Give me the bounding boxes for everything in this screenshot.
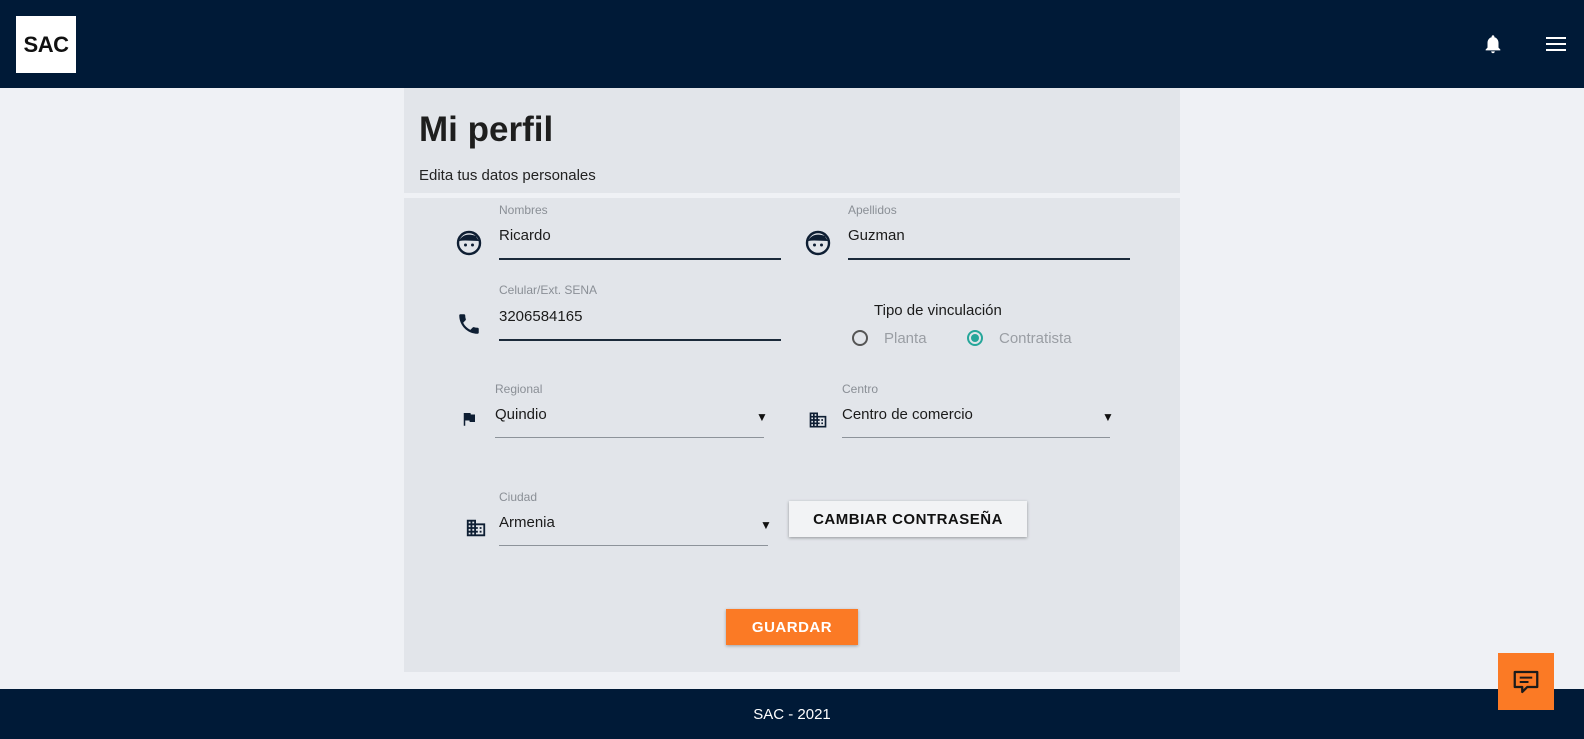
sac-logo[interactable]: SAC bbox=[16, 16, 76, 73]
centro-label: Centro bbox=[842, 382, 879, 396]
radio-contratista-label[interactable]: Contratista bbox=[999, 330, 1072, 347]
chat-button[interactable] bbox=[1498, 653, 1554, 710]
apellidos-label: Apellidos bbox=[848, 203, 897, 217]
celular-underline bbox=[499, 339, 781, 341]
phone-icon bbox=[459, 314, 479, 334]
radio-contratista[interactable] bbox=[967, 330, 983, 346]
nombres-input[interactable]: Ricardo bbox=[499, 227, 551, 244]
celular-label: Celular/Ext. SENA bbox=[499, 283, 598, 297]
page-subtitle: Edita tus datos personales bbox=[419, 167, 596, 184]
chevron-down-icon[interactable]: ▼ bbox=[1102, 410, 1114, 424]
chat-icon bbox=[1513, 670, 1539, 693]
ciudad-label: Ciudad bbox=[499, 490, 538, 504]
nombres-label: Nombres bbox=[499, 203, 548, 217]
ciudad-select[interactable]: Armenia bbox=[499, 514, 555, 531]
regional-select[interactable]: Quindio bbox=[495, 406, 547, 423]
footer-text: SAC - 2021 bbox=[753, 705, 831, 723]
ciudad-underline bbox=[499, 545, 768, 546]
footer: SAC - 2021 bbox=[0, 689, 1584, 739]
regional-underline bbox=[495, 437, 764, 438]
apellidos-underline bbox=[848, 258, 1130, 260]
face-icon bbox=[805, 230, 831, 256]
chevron-down-icon[interactable]: ▼ bbox=[756, 410, 768, 424]
card-divider bbox=[404, 193, 1180, 198]
building-icon bbox=[809, 412, 827, 428]
nombres-underline bbox=[499, 258, 781, 260]
radio-planta-label[interactable]: Planta bbox=[884, 330, 927, 347]
celular-input[interactable]: 3206584165 bbox=[499, 308, 582, 325]
bell-icon[interactable] bbox=[1482, 33, 1504, 55]
chevron-down-icon[interactable]: ▼ bbox=[760, 518, 772, 532]
apellidos-input[interactable]: Guzman bbox=[848, 227, 905, 244]
regional-label: Regional bbox=[495, 382, 543, 396]
flag-icon bbox=[463, 413, 475, 426]
centro-underline bbox=[842, 437, 1110, 438]
radio-planta[interactable] bbox=[852, 330, 868, 346]
change-password-button[interactable]: CAMBIAR CONTRASEÑA bbox=[789, 501, 1027, 537]
tipo-vinculacion-label: Tipo de vinculación bbox=[874, 302, 1002, 319]
centro-select[interactable]: Centro de comercio bbox=[842, 406, 973, 423]
save-button[interactable]: GUARDAR bbox=[726, 609, 858, 645]
page-title: Mi perfil bbox=[419, 110, 554, 149]
building-icon bbox=[466, 519, 486, 537]
top-navbar: SAC bbox=[0, 0, 1584, 88]
face-icon bbox=[456, 230, 482, 256]
menu-icon[interactable] bbox=[1545, 34, 1567, 54]
